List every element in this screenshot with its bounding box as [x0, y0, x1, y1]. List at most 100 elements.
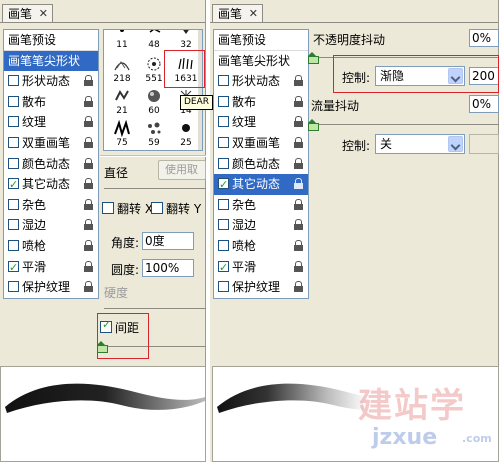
roundness-input[interactable]: 100% — [142, 259, 194, 277]
list-item[interactable]: 杂色 — [4, 195, 98, 216]
brush-size: 75 — [116, 138, 128, 148]
brush-tip[interactable]: 60 — [138, 86, 170, 116]
lock-icon[interactable] — [84, 219, 93, 231]
list-item[interactable]: 平滑 — [4, 257, 98, 278]
use-sample-size-button[interactable]: 使用取样大小 — [158, 160, 206, 180]
brush-tip[interactable]: 48 — [138, 30, 170, 50]
hardness-slider-track[interactable] — [104, 308, 206, 309]
lock-icon[interactable] — [294, 239, 303, 251]
lock-icon[interactable] — [294, 157, 303, 169]
list-item[interactable]: 双重画笔 — [4, 133, 98, 154]
list-item[interactable]: 湿边 — [214, 215, 308, 236]
brush-tip[interactable]: 59 — [138, 118, 170, 148]
lock-icon[interactable] — [294, 116, 303, 128]
lock-icon[interactable] — [84, 260, 93, 272]
list-item-checkbox[interactable] — [8, 116, 19, 128]
list-item-checkbox[interactable] — [218, 258, 229, 278]
list-item-checkbox[interactable] — [218, 219, 229, 231]
list-item-checkbox[interactable] — [8, 281, 19, 293]
list-item-checkbox[interactable] — [8, 239, 19, 251]
lock-icon[interactable] — [84, 281, 93, 293]
flow-jitter-slider-track[interactable] — [311, 124, 499, 125]
lock-icon[interactable] — [294, 198, 303, 210]
brush-grid-scrollbar[interactable] — [198, 30, 202, 150]
list-item-checkbox[interactable] — [8, 136, 19, 148]
list-item[interactable]: 散布 — [214, 92, 308, 113]
chevron-down-icon[interactable] — [448, 136, 463, 152]
list-item[interactable]: 形状动态 — [4, 71, 98, 92]
list-item-checkbox[interactable] — [8, 198, 19, 210]
flow-control-select[interactable]: 关 — [375, 134, 465, 154]
flip-x-checkbox[interactable] — [102, 202, 114, 214]
list-item[interactable]: 湿边 — [4, 215, 98, 236]
list-header-brush-presets[interactable]: 画笔预设 — [4, 30, 98, 51]
diameter-slider-track[interactable] — [104, 188, 206, 189]
list-item-checkbox[interactable] — [218, 281, 229, 293]
lock-icon[interactable] — [294, 219, 303, 231]
lock-icon[interactable] — [294, 136, 303, 148]
close-icon[interactable]: ✕ — [39, 5, 48, 23]
close-icon[interactable]: ✕ — [249, 5, 258, 23]
list-item-checkbox[interactable] — [8, 258, 19, 278]
list-item-checkbox[interactable] — [218, 239, 229, 251]
lock-icon[interactable] — [294, 281, 303, 293]
list-item-checkbox[interactable] — [8, 157, 19, 169]
list-item-checkbox[interactable] — [218, 198, 229, 210]
brush-tip[interactable]: 218 — [106, 54, 138, 84]
brush-tooltip: DEAR — [180, 95, 214, 110]
list-item[interactable]: 双重画笔 — [214, 133, 308, 154]
list-item[interactable]: 画笔笔尖形状 — [4, 50, 98, 72]
lock-icon[interactable] — [294, 178, 303, 190]
lock-icon[interactable] — [84, 198, 93, 210]
list-item-checkbox[interactable] — [8, 175, 19, 195]
list-item[interactable]: 颜色动态 — [214, 154, 308, 175]
list-item[interactable]: 其它动态 — [214, 174, 308, 195]
list-item[interactable]: 纹理 — [4, 112, 98, 133]
list-item-label: 颜色动态 — [232, 156, 281, 171]
list-item-checkbox[interactable] — [218, 136, 229, 148]
list-item-checkbox[interactable] — [8, 219, 19, 231]
angle-input[interactable]: 0度 — [142, 232, 194, 250]
list-item-checkbox[interactable] — [218, 75, 229, 87]
lock-icon[interactable] — [84, 178, 93, 190]
list-item[interactable]: 形状动态 — [214, 71, 308, 92]
lock-icon[interactable] — [84, 116, 93, 128]
list-item[interactable]: 散布 — [4, 92, 98, 113]
list-item-checkbox[interactable] — [218, 95, 229, 107]
opacity-jitter-slider-thumb[interactable] — [308, 52, 319, 64]
list-item[interactable]: 喷枪 — [4, 236, 98, 257]
list-item[interactable]: 杂色 — [214, 195, 308, 216]
flow-jitter-input[interactable]: 0% — [469, 95, 499, 113]
list-item-checkbox[interactable] — [218, 116, 229, 128]
list-header-brush-presets[interactable]: 画笔预设 — [214, 30, 308, 51]
list-item[interactable]: 喷枪 — [214, 236, 308, 257]
lock-icon[interactable] — [84, 75, 93, 87]
flip-y-checkbox[interactable] — [151, 202, 163, 214]
lock-icon[interactable] — [84, 157, 93, 169]
tab-brush[interactable]: 画笔 ✕ — [2, 4, 54, 23]
list-item-checkbox[interactable] — [8, 75, 19, 87]
lock-icon[interactable] — [294, 95, 303, 107]
brush-tip[interactable]: 21 — [106, 86, 138, 116]
list-item-checkbox[interactable] — [218, 157, 229, 169]
flow-jitter-slider-thumb[interactable] — [308, 119, 319, 131]
list-item-checkbox[interactable] — [8, 95, 19, 107]
list-item[interactable]: 颜色动态 — [4, 154, 98, 175]
list-item[interactable]: 其它动态 — [4, 174, 98, 195]
lock-icon[interactable] — [84, 136, 93, 148]
lock-icon[interactable] — [294, 75, 303, 87]
list-item[interactable]: 保护纹理 — [214, 277, 308, 298]
list-item[interactable]: 画笔笔尖形状 — [214, 51, 308, 72]
list-item[interactable]: 保护纹理 — [4, 277, 98, 298]
list-item[interactable]: 纹理 — [214, 112, 308, 133]
opacity-jitter-input[interactable]: 0% — [469, 29, 499, 47]
lock-icon[interactable] — [84, 95, 93, 107]
brush-tip[interactable]: 75 — [106, 118, 138, 148]
brush-tip[interactable]: 11 — [106, 30, 138, 50]
lock-icon[interactable] — [294, 260, 303, 272]
lock-icon[interactable] — [84, 239, 93, 251]
brush-tip-icon — [114, 120, 130, 137]
list-item-checkbox[interactable] — [218, 175, 229, 195]
list-item[interactable]: 平滑 — [214, 257, 308, 278]
tab-brush[interactable]: 画笔 ✕ — [212, 4, 264, 23]
